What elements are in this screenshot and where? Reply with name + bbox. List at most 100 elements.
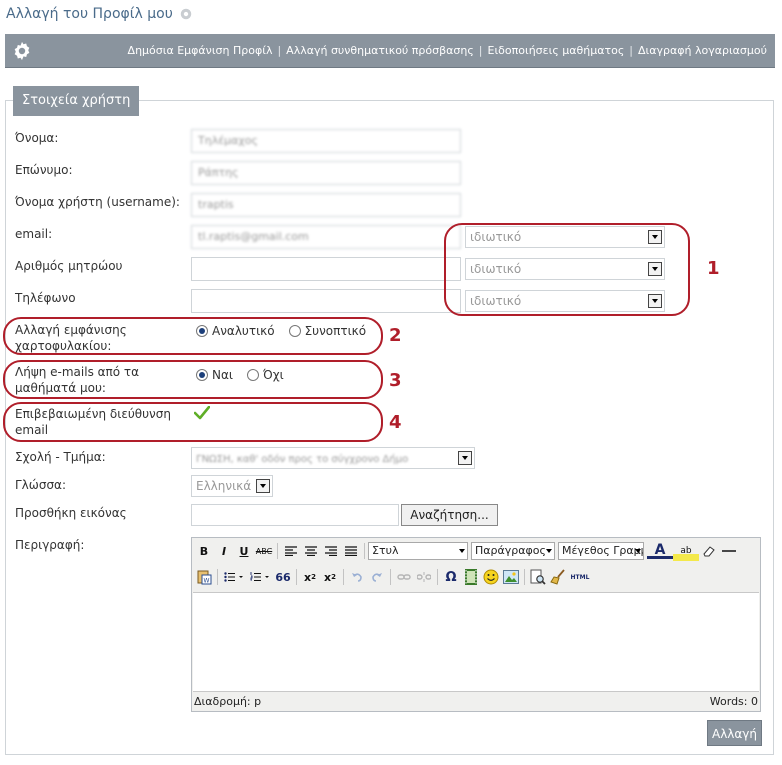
chevron-down-icon[interactable]: [458, 451, 472, 465]
toolbar-separator: [296, 569, 297, 585]
redo-icon[interactable]: [367, 567, 387, 587]
toolbar-separator: [217, 569, 218, 585]
phone-label: Τηλέφωνο: [15, 291, 76, 305]
chevron-down-icon: [459, 549, 465, 553]
language-select[interactable]: Ελληνικά: [191, 475, 273, 497]
format-select[interactable]: Παράγραφος: [471, 542, 555, 560]
highlight-color-button[interactable]: ab: [673, 541, 699, 561]
browse-button[interactable]: Αναζήτηση...: [401, 504, 498, 526]
html-source-button[interactable]: HTML: [568, 567, 592, 587]
preview-icon[interactable]: [528, 567, 548, 587]
course-notifications-link[interactable]: Ειδοποιήσεις μαθήματος: [488, 44, 625, 57]
link-separator: |: [277, 44, 282, 57]
align-right-icon[interactable]: [321, 541, 341, 561]
underline-button[interactable]: U: [234, 541, 254, 561]
name-label: Όνομα:: [15, 131, 59, 145]
username-input[interactable]: traptis: [191, 193, 461, 217]
phone-input[interactable]: [191, 289, 461, 313]
superscript-button[interactable]: x2: [320, 567, 340, 587]
paste-word-icon[interactable]: W: [194, 567, 214, 587]
annotation-outline: [3, 360, 383, 399]
align-center-icon[interactable]: [301, 541, 321, 561]
faculty-select[interactable]: ΓΝΩΣΗ, καθ' οδόν προς το σύγχρονο Δήμο: [191, 447, 475, 469]
annotation-number: 3: [389, 370, 402, 391]
public-profile-link[interactable]: Δημόσια Εμφάνιση Προφίλ: [128, 44, 273, 57]
bullet-list-icon[interactable]: [221, 567, 247, 587]
page-title: Αλλαγή του Προφίλ μου: [6, 6, 193, 22]
annotation-number: 2: [389, 325, 402, 346]
style-select[interactable]: Στυλ: [368, 542, 468, 560]
editor-content-area[interactable]: [193, 592, 759, 692]
submit-change-button[interactable]: Αλλαγή: [707, 720, 762, 746]
undo-icon[interactable]: [347, 567, 367, 587]
align-justify-icon[interactable]: [341, 541, 361, 561]
change-password-link[interactable]: Αλλαγή συνθηματικού πρόσβασης: [286, 44, 474, 57]
description-label: Περιγραφή:: [15, 538, 85, 552]
link-separator: |: [629, 44, 633, 57]
faculty-value: ΓΝΩΣΗ, καθ' οδόν προς το σύγχρονο Δήμο: [196, 454, 409, 465]
align-left-icon[interactable]: [281, 541, 301, 561]
section-legend: Στοιχεία χρήστη: [13, 86, 140, 116]
toolbar-separator: [277, 543, 278, 559]
profile-toolbar: Δημόσια Εμφάνιση Προφίλ | Αλλαγή συνθηματι…: [5, 34, 775, 68]
font-size-select-value: Μέγεθος Γραμμ: [562, 544, 644, 557]
delete-account-link[interactable]: Διαγραφή λογαριασμού: [638, 44, 767, 57]
chevron-down-icon: [546, 549, 552, 553]
add-image-label: Προσθήκη εικόνας: [15, 506, 127, 520]
media-icon[interactable]: [461, 567, 481, 587]
editor-toolbar-row-1: B I U ABC Στυλ Παράγραφος Μέγεθος Γραμμ …: [194, 540, 739, 562]
style-select-value: Στυλ: [372, 544, 399, 557]
language-label: Γλώσσα:: [15, 478, 66, 492]
editor-toolbar-row-2: W 66 x2 x2 Ω HTML: [194, 566, 592, 588]
cleanup-broom-icon[interactable]: [548, 567, 568, 587]
surname-input[interactable]: Ράπτης: [191, 161, 461, 185]
link-icon[interactable]: [394, 567, 414, 587]
email-input[interactable]: tl.raptis@gmail.com: [191, 225, 461, 249]
link-separator: |: [478, 44, 483, 57]
toolbar-separator: [390, 569, 391, 585]
editor-statusbar: Διαδρομή: p Words: 0: [194, 695, 758, 708]
editor-word-count: Words: 0: [709, 695, 758, 708]
language-value: Ελληνικά: [196, 479, 252, 493]
faculty-label: Σχολή - Τμήμα:: [15, 450, 106, 464]
bold-button[interactable]: B: [194, 541, 214, 561]
image-icon[interactable]: [501, 567, 521, 587]
font-size-select[interactable]: Μέγεθος Γραμμ: [558, 542, 644, 560]
text-color-button[interactable]: A: [647, 543, 673, 559]
editor-path: Διαδρομή: p: [194, 695, 262, 708]
annotation-number: 4: [389, 412, 402, 433]
horizontal-rule-icon[interactable]: [719, 541, 739, 561]
subscript-base: x: [304, 570, 312, 584]
subscript-mark: 2: [311, 573, 316, 581]
subscript-button[interactable]: x2: [300, 567, 320, 587]
chevron-down-icon: [635, 549, 641, 553]
username-label: Όνομα χρήστη (username):: [15, 195, 180, 209]
image-file-input[interactable]: [191, 504, 399, 526]
superscript-base: x: [324, 570, 332, 584]
toolbar-links: Δημόσια Εμφάνιση Προφίλ | Αλλαγή συνθηματι…: [128, 44, 767, 57]
name-input[interactable]: Τηλέμαχος: [191, 129, 461, 153]
numbered-list-icon[interactable]: [247, 567, 273, 587]
surname-label: Επώνυμο:: [15, 163, 73, 177]
chevron-down-icon[interactable]: [256, 479, 270, 493]
format-select-value: Παράγραφος: [475, 544, 546, 557]
gear-icon: [14, 41, 30, 61]
toolbar-separator: [524, 569, 525, 585]
blockquote-button[interactable]: 66: [273, 567, 293, 587]
email-label: email:: [15, 227, 53, 241]
special-character-button[interactable]: Ω: [441, 567, 461, 587]
unlink-icon[interactable]: [414, 567, 434, 587]
superscript-mark: 2: [331, 573, 336, 581]
eraser-icon[interactable]: [699, 541, 719, 561]
registration-number-input[interactable]: [191, 257, 461, 281]
svg-text:W: W: [204, 578, 210, 585]
italic-button[interactable]: I: [214, 541, 234, 561]
annotation-outline: [444, 223, 690, 316]
toolbar-separator: [364, 543, 365, 559]
annotation-number: 1: [707, 258, 720, 279]
emoticon-icon[interactable]: [481, 567, 501, 587]
toolbar-separator: [437, 569, 438, 585]
strikethrough-button[interactable]: ABC: [254, 541, 274, 561]
gear-icon: [180, 8, 192, 20]
registration-number-label: Αριθμός μητρώου: [15, 259, 123, 273]
